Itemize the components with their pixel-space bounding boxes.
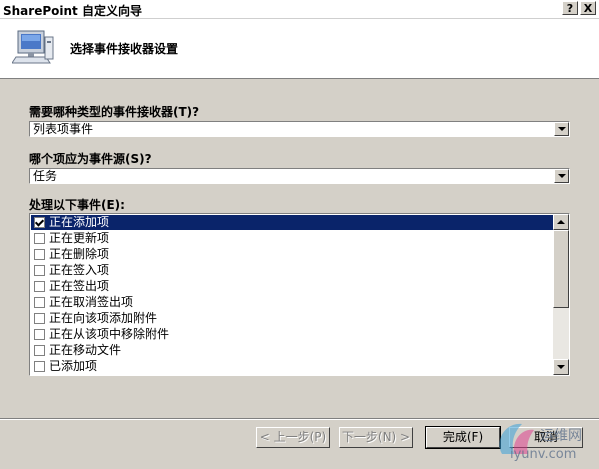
list-item[interactable]: 正在删除项 (31, 247, 553, 262)
title-bar: SharePoint 自定义向导 ? X (0, 0, 599, 19)
list-item[interactable]: 正在取消签出项 (31, 295, 553, 310)
list-item-label: 正在向该项添加附件 (49, 311, 158, 325)
events-checklist[interactable]: 正在添加项 正在更新项 正在删除项 正在签入项 正在签出项 正在取消签出项 正在… (29, 213, 570, 376)
list-item[interactable]: 正在更新项 (31, 231, 553, 246)
list-item-label: 正在取消签出项 (49, 295, 134, 309)
next-button[interactable]: 下一步(N) > (339, 427, 413, 448)
watermark-text-url: iyunv.com (510, 447, 576, 462)
vertical-scrollbar[interactable] (553, 214, 569, 375)
event-source-label: 哪个项应为事件源(S)? (29, 152, 152, 166)
receiver-type-value: 列表项事件 (33, 122, 94, 136)
list-item-label: 正在更新项 (49, 231, 110, 245)
checkbox[interactable] (34, 249, 45, 260)
dropdown-button[interactable] (554, 122, 569, 136)
list-item-label: 正在签入项 (49, 263, 110, 277)
list-item[interactable]: 正在从该项中移除附件 (31, 327, 553, 342)
scroll-thumb[interactable] (553, 230, 569, 308)
list-item[interactable]: 已添加项 (31, 359, 553, 374)
list-item[interactable]: 正在签出项 (31, 279, 553, 294)
checkbox[interactable] (34, 313, 45, 324)
list-item-label: 正在签出项 (49, 279, 110, 293)
receiver-type-label: 需要哪种类型的事件接收器(T)? (29, 105, 200, 119)
event-source-value: 任务 (33, 169, 58, 183)
computer-monitor-icon (11, 27, 56, 67)
checkbox[interactable] (34, 297, 45, 308)
checkbox[interactable] (34, 361, 45, 372)
list-item-label: 已添加项 (49, 359, 98, 373)
close-button[interactable]: X (580, 1, 596, 15)
chevron-down-icon (558, 174, 566, 178)
events-label: 处理以下事件(E): (29, 198, 125, 212)
list-item[interactable]: 正在移动文件 (31, 343, 553, 358)
chevron-down-icon (558, 127, 566, 131)
list-item[interactable]: 正在添加项 (31, 215, 553, 230)
event-source-select[interactable]: 任务 (29, 168, 570, 184)
scroll-down-button[interactable] (553, 359, 569, 375)
wizard-header: 选择事件接收器设置 (0, 19, 599, 79)
checkbox[interactable] (34, 329, 45, 340)
watermark-text-cn: 运维网 (540, 428, 582, 444)
prev-button[interactable]: < 上一步(P) (256, 427, 330, 448)
receiver-type-select[interactable]: 列表项事件 (29, 121, 570, 137)
list-item-label: 正在删除项 (49, 247, 110, 261)
checkbox[interactable] (34, 281, 45, 292)
watermark-logo: 运维网 iyunv.com (488, 410, 598, 466)
checkbox[interactable] (34, 217, 45, 228)
chevron-up-icon (557, 220, 565, 224)
scroll-up-button[interactable] (553, 214, 569, 230)
list-item-label: 正在从该项中移除附件 (49, 327, 170, 341)
list-item[interactable]: 正在向该项添加附件 (31, 311, 553, 326)
chevron-down-icon (557, 365, 565, 369)
checkbox[interactable] (34, 345, 45, 356)
window-title: SharePoint 自定义向导 (3, 4, 142, 18)
list-item-label: 正在移动文件 (49, 343, 122, 357)
checkbox[interactable] (34, 265, 45, 276)
list-item-label: 正在添加项 (49, 215, 110, 229)
checkbox[interactable] (34, 233, 45, 244)
help-button[interactable]: ? (562, 1, 578, 15)
dropdown-button[interactable] (554, 169, 569, 183)
page-title: 选择事件接收器设置 (70, 42, 179, 56)
list-item[interactable]: 正在签入项 (31, 263, 553, 278)
